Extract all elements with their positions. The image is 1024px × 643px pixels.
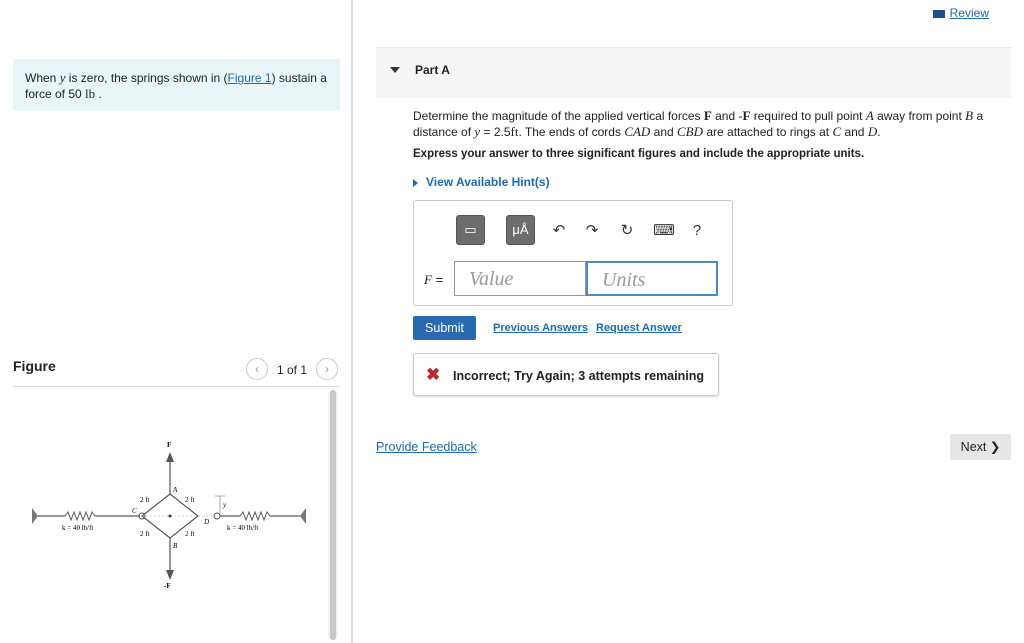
label-2ft-d: 2 ft	[185, 530, 195, 538]
intro-box: When y is zero, the springs shown in (Fi…	[13, 59, 340, 111]
figure-scrollbar[interactable]	[328, 390, 338, 640]
left-spring-icon	[64, 510, 96, 522]
figure-next-button[interactable]: ›	[316, 358, 338, 380]
app-root: When y is zero, the springs shown in (Fi…	[0, 0, 1024, 643]
label-B: B	[173, 542, 178, 550]
label-2ft-a: 2 ft	[140, 496, 150, 504]
units-input[interactable]: Units	[586, 261, 718, 296]
review-link[interactable]: Review	[932, 6, 989, 20]
next-button[interactable]: Next ❯	[950, 434, 1011, 460]
right-pane: Review Part A Determine the magnitude of…	[353, 0, 1024, 643]
label-D: D	[203, 518, 209, 526]
intro-text-mid: is zero, the springs shown in (	[65, 71, 228, 85]
review-label: Review	[949, 6, 989, 20]
right-anchor-icon	[300, 508, 306, 524]
answer-box: ▭ μÅ ↶ ↷ ↻ ⌨ ? F = Value Units	[413, 200, 733, 306]
hints-label: View Available Hint(s)	[426, 175, 550, 189]
figure-link[interactable]: Figure 1	[228, 71, 272, 85]
spring-diagram: F -F A B C D y 2 ft 2 ft 2 ft 2 ft k = 4…	[32, 441, 306, 590]
intro-unit: lb	[85, 86, 96, 101]
label-k-left: k = 40 lb/ft	[62, 524, 93, 532]
intro-text: When	[25, 71, 60, 85]
figure-prev-button[interactable]: ‹	[246, 358, 268, 380]
submit-button[interactable]: Submit	[413, 316, 476, 340]
value-input[interactable]: Value	[454, 261, 586, 296]
answer-instruction: Express your answer to three significant…	[413, 148, 865, 160]
label-y: y	[222, 501, 227, 509]
label-2ft-c: 2 ft	[140, 530, 150, 538]
caret-down-icon	[390, 67, 400, 73]
label-2ft-b: 2 ft	[185, 496, 195, 504]
template-button[interactable]: ▭	[456, 215, 485, 245]
right-spring-icon	[239, 510, 271, 522]
feedback-text: Incorrect; Try Again; 3 attempts remaini…	[453, 369, 704, 383]
figure-scroll-thumb[interactable]	[330, 390, 336, 640]
figure-title: Figure	[13, 358, 56, 374]
undo-icon[interactable]: ↶	[548, 220, 570, 242]
force-down-arrow-icon	[166, 570, 174, 580]
part-title: Part A	[415, 63, 450, 77]
units-button[interactable]: μÅ	[506, 215, 535, 245]
figure-pager-text: 1 of 1	[277, 363, 308, 377]
label-F: F	[167, 441, 171, 449]
label-neg-F: -F	[164, 582, 171, 590]
label-C: C	[132, 507, 137, 515]
view-hints-link[interactable]: View Available Hint(s)	[413, 175, 550, 189]
book-icon	[932, 9, 945, 18]
previous-answers-link[interactable]: Previous Answers	[493, 322, 588, 334]
label-k-right: k = 40 lb/ft	[227, 524, 258, 532]
left-anchor-icon	[32, 508, 38, 524]
provide-feedback-link[interactable]: Provide Feedback	[376, 440, 477, 454]
intro-text-end: .	[95, 87, 102, 101]
left-pane: When y is zero, the springs shown in (Fi…	[0, 0, 352, 643]
question-text: Determine the magnitude of the applied v…	[413, 108, 984, 139]
caret-right-icon	[413, 178, 418, 187]
help-icon[interactable]: ?	[686, 220, 708, 242]
part-a-header[interactable]: Part A	[376, 47, 1011, 98]
feedback-box: ✖ Incorrect; Try Again; 3 attempts remai…	[413, 353, 719, 396]
reset-icon[interactable]: ↻	[616, 220, 638, 242]
redo-icon[interactable]: ↷	[581, 220, 603, 242]
label-A: A	[172, 486, 178, 494]
force-up-arrow-icon	[166, 452, 174, 462]
figure-header: Figure ‹ 1 of 1 ›	[13, 356, 340, 387]
error-x-icon: ✖	[426, 365, 441, 384]
keyboard-icon[interactable]: ⌨	[653, 220, 675, 242]
request-answer-link[interactable]: Request Answer	[596, 322, 682, 334]
answer-label: F =	[424, 272, 444, 287]
